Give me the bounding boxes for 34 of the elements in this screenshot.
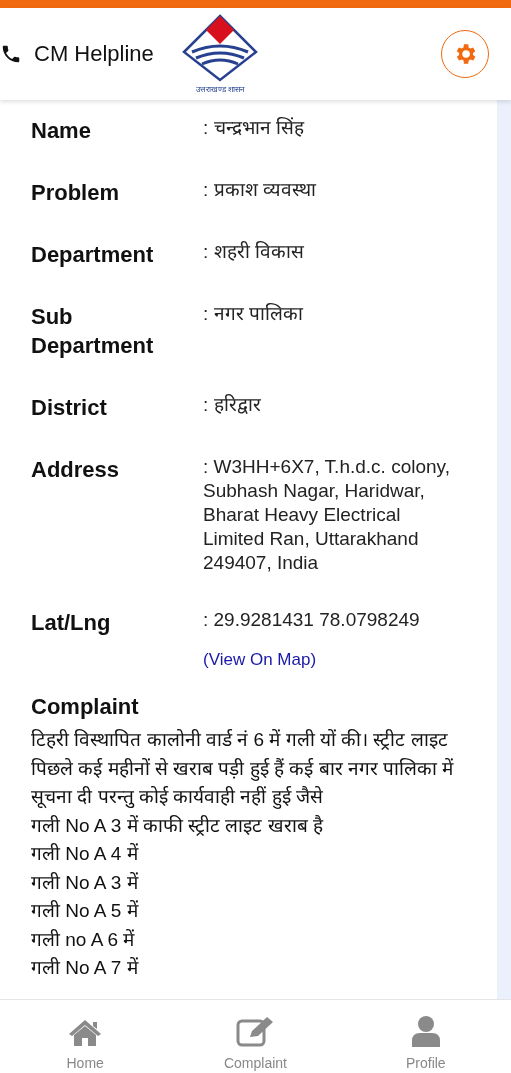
field-label: Name	[31, 117, 92, 145]
field-label: Department	[31, 241, 155, 269]
field-value: : प्रकाश व्यवस्था	[203, 178, 317, 202]
field-value: : शहरी विकास	[203, 240, 305, 264]
nav-tab[interactable]: Home	[0, 1000, 171, 1073]
phone-icon	[0, 43, 22, 65]
emblem-logo-icon	[181, 14, 258, 82]
person-icon	[411, 1015, 440, 1047]
nav-tab[interactable]: Complaint	[170, 1000, 341, 1073]
view-on-map-link[interactable]: (View On Map)	[203, 650, 317, 670]
field-value: : नगर पालिका	[203, 302, 304, 326]
field-label: District	[31, 394, 108, 422]
field-value: : 29.9281431 78.0798249	[203, 608, 421, 632]
field-label: Sub Department	[31, 303, 155, 360]
logo-caption: उत्तराखण्ड शासन	[195, 84, 244, 94]
field-label: Lat/Lng	[31, 609, 112, 637]
complaint-text: गली no A 6 में	[31, 927, 136, 952]
complaint-text: गली No A 4 में	[31, 842, 140, 866]
settings-button[interactable]	[441, 30, 489, 78]
field-value: : चन्द्रभान सिंह	[203, 116, 306, 140]
complaint-heading: Complaint	[31, 694, 140, 720]
edit-icon	[236, 1017, 275, 1047]
complaint-text: गली No A 3 में	[31, 870, 140, 895]
complaint-text: टिहरी विस्थापित कालोनी वार्ड नं 6 में गली यों की। स्ट्रीट लाइट पिछले कई महीनों से खराब पड़ी हुई हैं कई बार नगर पालिका में सूचना दी परन्तु कोई कार्यवाही नहीं हुई जैसे	[31, 728, 455, 811]
complaint-text: गली No A 3 में काफी स्ट्रीट लाइट खराब है	[31, 813, 325, 838]
app-title: CM Helpline	[34, 41, 154, 67]
field-value: : W3HH+6X7, T.h.d.c. colony, Subhash Nagar, Haridwar, Bharat Heavy Electrical Limited Ran, Uttarakhand 249407, India	[203, 455, 451, 575]
field-label: Problem	[31, 179, 121, 207]
nav-tab[interactable]: Profile	[340, 1000, 511, 1073]
complaint-text: गली No A 5 में	[31, 899, 140, 923]
field-value: : हरिद्वार	[203, 393, 262, 417]
complaint-text: गली No A 7 में	[31, 956, 140, 980]
field-label: Address	[31, 456, 121, 484]
home-icon	[68, 1019, 103, 1047]
